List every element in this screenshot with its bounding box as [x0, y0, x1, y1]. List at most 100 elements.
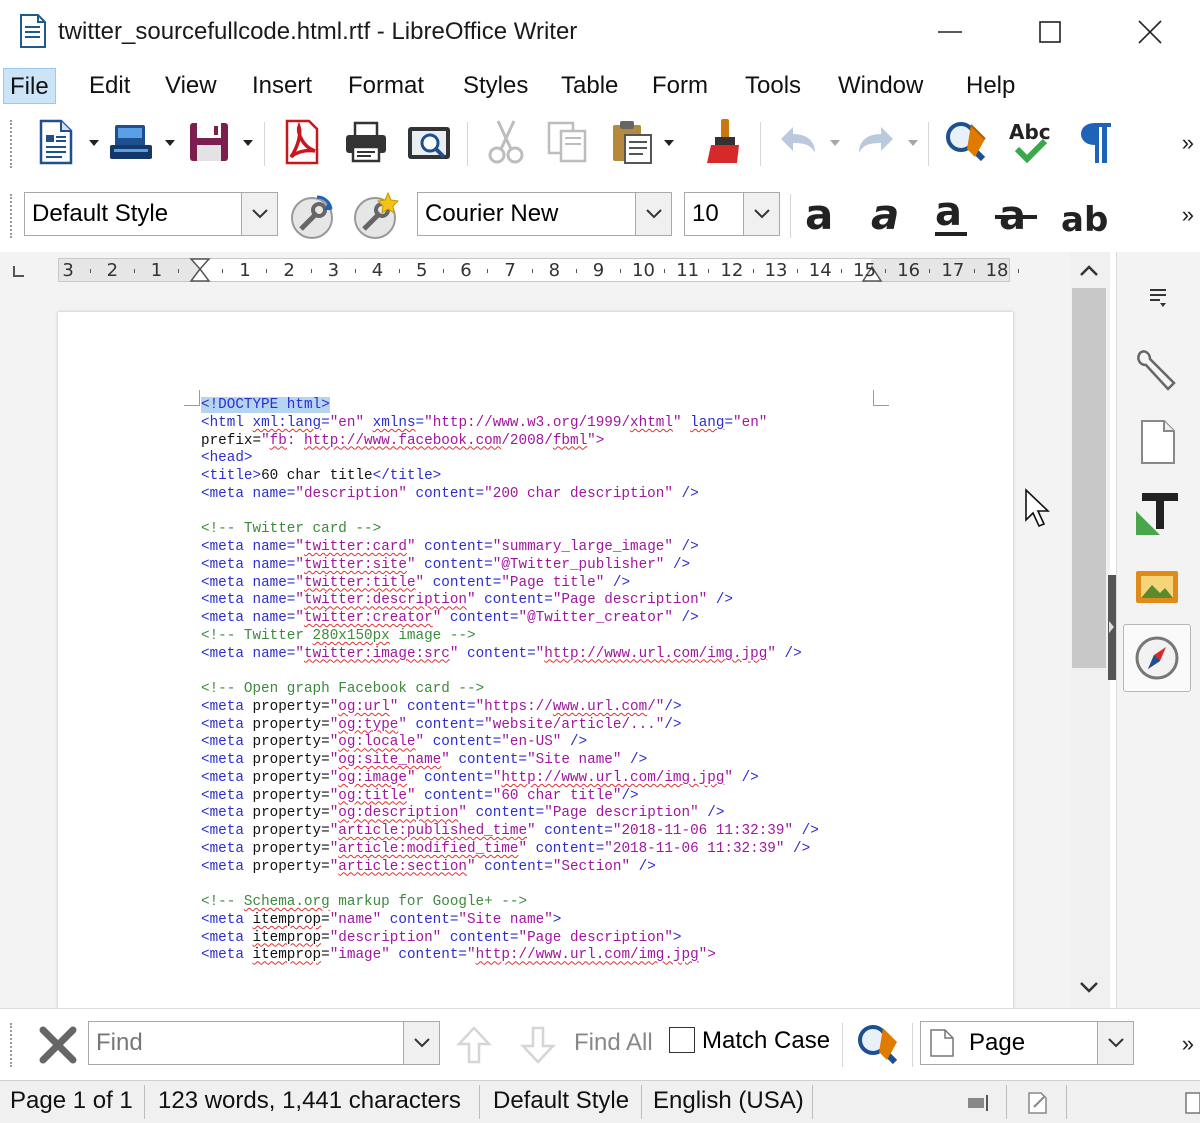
chevron-down-icon[interactable] — [662, 138, 676, 148]
document-line[interactable]: <meta name="twitter:title" content="Page… — [201, 575, 819, 593]
find-all-button[interactable]: Find All — [574, 1029, 653, 1057]
chevron-down-icon[interactable] — [87, 138, 101, 148]
scrollbar-thumb[interactable] — [1072, 288, 1106, 668]
document-line[interactable]: <meta property="og:image" content="http:… — [201, 770, 819, 788]
menu-window[interactable]: Window — [832, 68, 929, 104]
chevron-down-icon[interactable] — [743, 193, 779, 235]
export-pdf-button[interactable] — [274, 114, 330, 170]
bold-button[interactable]: a — [796, 188, 852, 244]
find-next-button[interactable] — [510, 1017, 566, 1073]
document-line[interactable]: <meta itemprop="image" content="http://w… — [201, 947, 819, 965]
indent-marker-icon[interactable] — [189, 257, 211, 283]
chevron-down-icon[interactable] — [403, 1022, 439, 1064]
formatting-marks-button[interactable] — [1068, 114, 1124, 170]
document-line[interactable]: <!-- Schema.org markup for Google+ --> — [201, 894, 819, 912]
toolbar-grip[interactable] — [10, 194, 14, 238]
document-line[interactable]: <head> — [201, 450, 819, 468]
horizontal-ruler[interactable]: 3 2 1 1 2 3 4 5 6 7 8 9 10 11 12 13 14 15 16 17 18 — [58, 257, 1019, 283]
font-size-combo[interactable]: 10 — [684, 192, 780, 236]
menu-form[interactable]: Form — [646, 68, 714, 104]
document-line[interactable]: <meta property="og:description" content=… — [201, 805, 819, 823]
undo-button[interactable] — [770, 114, 826, 170]
find-replace-button[interactable] — [938, 114, 994, 170]
scroll-up-icon[interactable] — [1078, 260, 1100, 282]
document-line[interactable]: <meta property="og:title" content="60 ch… — [201, 788, 819, 806]
redo-button[interactable] — [848, 114, 904, 170]
sidebar-collapse-handle[interactable] — [1108, 575, 1116, 680]
update-style-button[interactable] — [284, 188, 340, 244]
menu-tools[interactable]: Tools — [739, 68, 807, 104]
document-line[interactable]: <!-- Twitter card --> — [201, 521, 819, 539]
close-find-button[interactable] — [30, 1017, 86, 1073]
document-area[interactable]: <!DOCTYPE html> <html xml:lang="en" xmlns… — [0, 288, 1070, 1008]
properties-button[interactable] — [1123, 336, 1191, 404]
navigator-button[interactable] — [1123, 624, 1191, 692]
minimize-button[interactable] — [900, 0, 1000, 64]
match-case-label[interactable]: Match Case — [702, 1027, 830, 1055]
new-style-button[interactable] — [347, 188, 403, 244]
document-line[interactable]: <meta property="og:type" content="websit… — [201, 717, 819, 735]
document-line[interactable]: prefix="fb: http://www.facebook.com/2008… — [201, 433, 819, 451]
find-previous-button[interactable] — [446, 1017, 502, 1073]
document-line[interactable]: <meta property="article:published_time" … — [201, 823, 819, 841]
document-line[interactable]: <meta name="twitter:site" content="@Twit… — [201, 557, 819, 575]
document-line[interactable]: <title>60 char title</title> — [201, 468, 819, 486]
word-count-status[interactable]: 123 words, 1,441 characters — [158, 1087, 461, 1115]
chevron-down-icon[interactable] — [241, 138, 255, 148]
match-case-checkbox[interactable] — [669, 1027, 695, 1053]
menu-help[interactable]: Help — [960, 68, 1021, 104]
document-line[interactable]: <meta property="og:locale" content="en-U… — [201, 734, 819, 752]
toolbar-grip[interactable] — [10, 120, 14, 168]
menu-edit[interactable]: Edit — [83, 68, 136, 104]
toolbar-overflow-button[interactable]: » — [1182, 202, 1194, 228]
menu-insert[interactable]: Insert — [246, 68, 318, 104]
spelling-button[interactable]: Abc — [1002, 114, 1058, 170]
toolbar-overflow-button[interactable]: » — [1182, 130, 1194, 156]
maximize-button[interactable] — [1000, 0, 1100, 64]
menu-format[interactable]: Format — [342, 68, 430, 104]
document-line[interactable]: <!-- Open graph Facebook card --> — [201, 681, 819, 699]
menu-view[interactable]: View — [159, 68, 223, 104]
document-line[interactable]: <meta name="twitter:card" content="summa… — [201, 539, 819, 557]
chevron-down-icon[interactable] — [241, 193, 277, 235]
open-button[interactable] — [103, 114, 159, 170]
styles-button[interactable] — [1123, 480, 1191, 548]
document-line[interactable]: <meta itemprop="name" content="Site name… — [201, 912, 819, 930]
document-page[interactable]: <!DOCTYPE html> <html xml:lang="en" xmlns… — [58, 312, 1013, 1008]
menu-file[interactable]: File — [3, 68, 56, 104]
selection-mode-icon[interactable] — [966, 1093, 992, 1113]
menu-styles[interactable]: Styles — [457, 68, 534, 104]
strikethrough-button[interactable]: a — [988, 188, 1044, 244]
document-modified-icon[interactable] — [1026, 1091, 1050, 1115]
document-line[interactable]: <meta name="twitter:description" content… — [201, 592, 819, 610]
underline-button[interactable]: a — [924, 188, 980, 244]
document-line[interactable] — [201, 663, 819, 681]
search-type-combo[interactable]: Page — [920, 1021, 1134, 1065]
sidebar-menu-button[interactable] — [1123, 260, 1191, 328]
chevron-down-icon[interactable] — [635, 193, 671, 235]
copy-button[interactable] — [540, 114, 596, 170]
italic-button[interactable]: a — [860, 188, 916, 244]
document-line[interactable]: <meta name="description" content="200 ch… — [201, 486, 819, 504]
find-replace-button[interactable] — [850, 1017, 906, 1073]
toolbar-overflow-button[interactable]: » — [1182, 1031, 1194, 1057]
view-layout-icon[interactable] — [1184, 1091, 1200, 1115]
font-name-combo[interactable]: Courier New — [417, 192, 672, 236]
document-line[interactable]: <html xml:lang="en" xmlns="http://www.w3… — [201, 415, 819, 433]
cut-button[interactable] — [478, 114, 534, 170]
page-style-status[interactable]: Default Style — [493, 1087, 629, 1115]
document-line[interactable] — [201, 504, 819, 522]
close-button[interactable] — [1100, 0, 1200, 64]
menu-table[interactable]: Table — [555, 68, 624, 104]
document-text[interactable]: <!DOCTYPE html> <html xml:lang="en" xmlns… — [201, 397, 819, 965]
language-status[interactable]: English (USA) — [653, 1087, 804, 1115]
page-status[interactable]: Page 1 of 1 — [10, 1087, 133, 1115]
chevron-down-icon[interactable] — [828, 138, 842, 148]
save-button[interactable] — [181, 114, 237, 170]
document-line[interactable]: <meta itemprop="description" content="Pa… — [201, 930, 819, 948]
tab-stop-icon[interactable] — [12, 266, 26, 278]
document-line[interactable]: <meta property="article:modified_time" c… — [201, 841, 819, 859]
chevron-down-icon[interactable] — [163, 138, 177, 148]
document-line[interactable]: <meta property="og:site_name" content="S… — [201, 752, 819, 770]
vertical-scrollbar[interactable] — [1070, 252, 1110, 1008]
